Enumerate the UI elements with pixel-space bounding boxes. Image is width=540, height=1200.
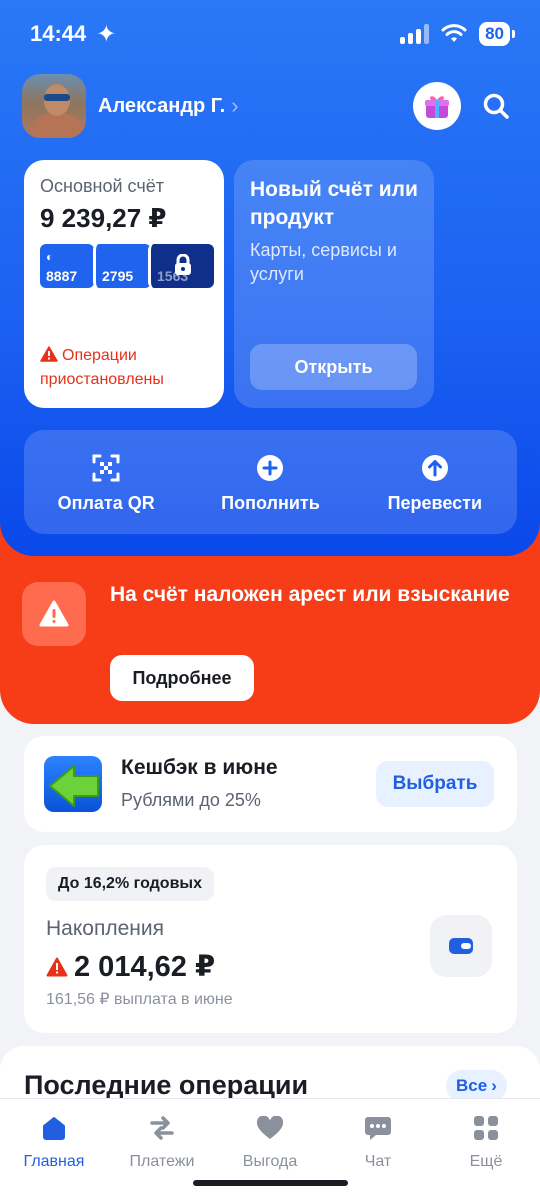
grid-icon [474, 1116, 498, 1140]
card-thumb[interactable]: ◐ 8887 [40, 244, 94, 288]
all-label: Все [456, 1076, 488, 1095]
new-product-card[interactable]: Новый счёт или продукт Карты, сервисы и … [234, 160, 434, 408]
home-indicator [193, 1180, 348, 1186]
tab-label: Выгода [242, 1153, 298, 1170]
cashback-title: Кешбэк в июне [121, 756, 278, 779]
profile-name: Александр Г. [98, 94, 226, 117]
main-account-card[interactable]: Основной счёт 9 239,27 ₽ ◐ 8887 2795 156… [24, 160, 224, 408]
details-button[interactable]: Подробнее [110, 655, 254, 701]
plus-circle-icon [257, 454, 284, 481]
chat-icon [365, 1117, 391, 1140]
tab-more[interactable]: Ещё [432, 1099, 540, 1200]
savings-note: 161,56 ₽ выплата в июне [46, 991, 233, 1008]
pay-qr-button[interactable]: Оплата QR [31, 451, 181, 514]
gift-icon [425, 96, 449, 118]
savings-label: Накопления [46, 917, 164, 940]
choose-button[interactable]: Выбрать [376, 761, 494, 807]
savings-card[interactable]: До 16,2% годовых Накопления 2 014,62 ₽ 1… [24, 845, 517, 1033]
action-label: Пополнить [221, 492, 320, 513]
cashback-subtitle: Рублями до 25% [121, 790, 261, 810]
location-icon: ✦ [96, 20, 117, 48]
arrest-alert-text: На счёт наложен арест или взыскание [110, 583, 510, 606]
header-panel: 14:44 ✦ 80 Александр Г. › Основной счёт … [0, 0, 540, 556]
wallet-icon [449, 938, 473, 954]
quick-actions: Оплата QR Пополнить Перевести [24, 430, 517, 534]
new-product-subtitle: Карты, сервисы и услуги [250, 240, 397, 284]
tab-home[interactable]: Главная [0, 1099, 108, 1200]
account-label: Основной счёт [40, 176, 164, 196]
cashback-arrow-icon [44, 756, 102, 812]
account-balance: 9 239,27 ₽ [40, 203, 167, 233]
battery-indicator: 80 [479, 22, 515, 46]
arrow-up-circle-icon [421, 454, 448, 481]
warning-icon [40, 346, 58, 362]
account-warning-text: Операции приостановлены [40, 347, 164, 388]
search-icon [483, 93, 509, 119]
open-button[interactable]: Открыть [250, 344, 417, 390]
chevron-right-icon: › [491, 1076, 497, 1095]
status-time: 14:44 [30, 21, 87, 46]
action-label: Перевести [387, 492, 483, 513]
wallet-button[interactable] [430, 915, 492, 977]
card-number: 2795 [102, 268, 134, 284]
chevron-right-icon: › [231, 93, 239, 118]
heart-icon [256, 1116, 284, 1139]
warning-icon [46, 957, 68, 976]
tab-label: Чат [364, 1153, 392, 1170]
search-button[interactable] [476, 86, 516, 126]
savings-amount: 2 014,62 ₽ [74, 951, 216, 983]
warning-icon [39, 600, 69, 627]
card-list: ◐ 8887 2795 1563 [40, 244, 214, 288]
top-up-button[interactable]: Пополнить [195, 451, 345, 514]
lock-icon [175, 254, 191, 275]
card-number: 8887 [46, 268, 78, 284]
card-thumb-locked[interactable]: 1563 [148, 244, 214, 288]
card-thumb[interactable]: 2795 [93, 244, 151, 288]
gift-button[interactable] [413, 82, 461, 130]
transfer-icon [150, 1116, 174, 1140]
tab-label: Платежи [129, 1153, 195, 1170]
tab-label: Ещё [469, 1153, 503, 1170]
tab-label: Главная [23, 1153, 85, 1170]
cellular-signal-icon [400, 24, 430, 44]
operations-title: Последние операции [24, 1070, 309, 1100]
mir-logo-icon: ◐ [46, 250, 54, 264]
wifi-icon [441, 24, 467, 42]
status-bar: 14:44 ✦ 80 [30, 18, 515, 50]
new-product-title: Новый счёт или продукт [250, 178, 418, 229]
savings-amount-row: 2 014,62 ₽ [46, 949, 215, 984]
qr-icon [92, 454, 120, 481]
alert-icon-box [22, 582, 86, 646]
cashback-card[interactable]: Кешбэк в июне Рублями до 25% Выбрать [24, 736, 517, 832]
action-label: Оплата QR [57, 492, 155, 513]
transfer-button[interactable]: Перевести [360, 451, 510, 514]
rate-badge: До 16,2% годовых [46, 867, 214, 901]
account-warning: Операции приостановлены [40, 344, 210, 392]
home-icon [43, 1117, 65, 1140]
profile-link[interactable]: Александр Г. › [22, 74, 239, 138]
avatar [22, 74, 86, 138]
